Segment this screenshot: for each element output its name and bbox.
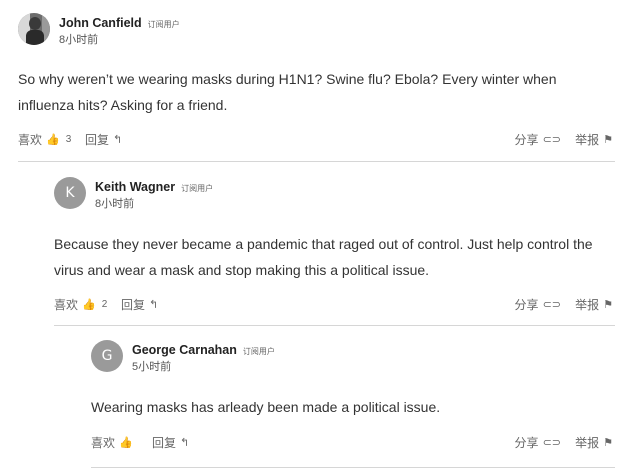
share-button[interactable]: 分享 ⊂⊃ bbox=[515, 131, 561, 148]
reply-label: 回复 bbox=[121, 298, 146, 312]
reply-label: 回复 bbox=[85, 133, 110, 147]
divider bbox=[91, 467, 615, 468]
like-label: 喜欢 bbox=[54, 298, 79, 312]
like-button[interactable]: 喜欢 👍 bbox=[91, 434, 133, 451]
avatar[interactable] bbox=[18, 13, 50, 45]
divider bbox=[54, 325, 615, 326]
comment-actions: 喜欢 👍 3 回复 ↰ 分享 ⊂⊃ 举报 ⚑ bbox=[18, 131, 615, 151]
subscriber-badge: 订阅用户 bbox=[242, 347, 275, 356]
share-link-icon: ⊂⊃ bbox=[542, 437, 561, 449]
reply-button[interactable]: 回复 ↰ bbox=[121, 296, 158, 313]
flag-icon: ⚑ bbox=[603, 437, 613, 449]
comment-text: Wearing masks has arleady been made a po… bbox=[91, 399, 441, 415]
comment-george-carnahan: G George Carnahan 订阅用户 5小时前 Wearing masks… bbox=[91, 327, 615, 450]
report-button[interactable]: 举报 ⚑ bbox=[575, 434, 613, 451]
report-label: 举报 bbox=[575, 436, 600, 450]
comment-text: Because they never became a pandemic tha… bbox=[54, 236, 593, 278]
comment-header: G George Carnahan 订阅用户 5小时前 bbox=[91, 327, 615, 387]
like-button[interactable]: 喜欢 👍 2 bbox=[54, 296, 107, 313]
thumbs-up-icon: 👍 bbox=[119, 437, 133, 449]
avatar[interactable]: K bbox=[54, 177, 86, 209]
share-label: 分享 bbox=[514, 298, 539, 312]
author-line: George Carnahan 订阅用户 bbox=[132, 341, 275, 359]
comment-actions: 喜欢 👍 2 回复 ↰ 分享 ⊂⊃ 举报 ⚑ bbox=[54, 296, 615, 316]
reply-arrow-icon: ↰ bbox=[149, 299, 159, 311]
timestamp: 8小时前 bbox=[59, 34, 99, 46]
timestamp: 8小时前 bbox=[95, 198, 135, 210]
thumbs-up-icon: 👍 bbox=[82, 299, 96, 311]
divider bbox=[18, 161, 615, 162]
avatar[interactable]: G bbox=[91, 340, 123, 372]
like-count: 3 bbox=[65, 134, 72, 145]
comment-keith-wagner: K Keith Wagner 订阅用户 8小时前 Because they nev… bbox=[54, 164, 615, 312]
share-link-icon: ⊂⊃ bbox=[542, 299, 561, 311]
subscriber-badge: 订阅用户 bbox=[181, 184, 214, 193]
report-label: 举报 bbox=[575, 298, 600, 312]
comment-john-canfield: John Canfield 订阅用户 8小时前 So why weren’t we… bbox=[18, 0, 615, 147]
comment-header: John Canfield 订阅用户 8小时前 bbox=[18, 0, 615, 60]
like-label: 喜欢 bbox=[91, 436, 116, 450]
subscriber-badge: 订阅用户 bbox=[147, 20, 180, 29]
thumbs-up-icon: 👍 bbox=[46, 134, 60, 146]
reply-arrow-icon: ↰ bbox=[180, 437, 190, 449]
author-name[interactable]: George Carnahan bbox=[132, 343, 237, 357]
timestamp: 5小时前 bbox=[132, 361, 172, 373]
report-button[interactable]: 举报 ⚑ bbox=[575, 131, 613, 148]
author-line: Keith Wagner 订阅用户 bbox=[95, 178, 213, 196]
share-label: 分享 bbox=[514, 436, 539, 450]
author-name[interactable]: Keith Wagner bbox=[95, 180, 175, 194]
author-line: John Canfield 订阅用户 bbox=[59, 14, 180, 32]
reply-button[interactable]: 回复 ↰ bbox=[152, 434, 189, 451]
comment-header: K Keith Wagner 订阅用户 8小时前 bbox=[54, 164, 615, 224]
share-link-icon: ⊂⊃ bbox=[542, 134, 561, 146]
flag-icon: ⚑ bbox=[603, 299, 613, 311]
share-button[interactable]: 分享 ⊂⊃ bbox=[515, 296, 561, 313]
comment-actions: 喜欢 👍 回复 ↰ 分享 ⊂⊃ 举报 ⚑ bbox=[91, 434, 615, 454]
reply-label: 回复 bbox=[152, 436, 177, 450]
report-label: 举报 bbox=[575, 133, 600, 147]
reply-button[interactable]: 回复 ↰ bbox=[85, 131, 122, 148]
author-name[interactable]: John Canfield bbox=[59, 16, 142, 30]
like-button[interactable]: 喜欢 👍 3 bbox=[18, 131, 71, 148]
flag-icon: ⚑ bbox=[603, 134, 613, 146]
share-button[interactable]: 分享 ⊂⊃ bbox=[515, 434, 561, 451]
report-button[interactable]: 举报 ⚑ bbox=[575, 296, 613, 313]
like-count: 2 bbox=[101, 299, 108, 310]
reply-arrow-icon: ↰ bbox=[113, 134, 123, 146]
like-label: 喜欢 bbox=[18, 133, 43, 147]
comment-text: So why weren’t we wearing masks during H… bbox=[18, 71, 557, 113]
share-label: 分享 bbox=[514, 133, 539, 147]
